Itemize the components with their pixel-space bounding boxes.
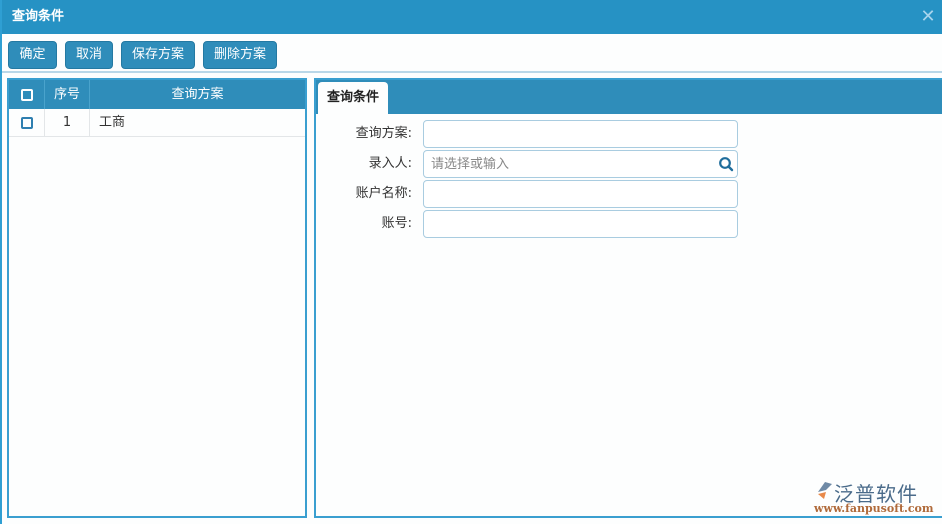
fanpu-watermark-logo: 泛普软件 www.fanpusoft.com <box>814 478 939 518</box>
header-index[interactable]: 序号 <box>45 80 90 109</box>
header-scheme-name[interactable]: 查询方案 <box>90 80 305 109</box>
delete-scheme-button[interactable]: 删除方案 <box>203 41 277 69</box>
grid-header: 序号 查询方案 <box>9 80 305 109</box>
row-checkbox[interactable] <box>21 117 33 129</box>
field-row-account-number: 账号: <box>316 210 942 238</box>
close-icon[interactable]: ✕ <box>918 0 938 34</box>
table-row[interactable]: 1 工商 <box>9 109 305 137</box>
account-name-input[interactable] <box>423 180 738 208</box>
query-conditions-dialog: 查询条件 ✕ 确定 取消 保存方案 删除方案 序号 查询方案 1 工商 查询条件 <box>0 0 942 524</box>
row-index: 1 <box>45 109 90 136</box>
account-number-label: 账号: <box>381 216 412 231</box>
entered-by-input[interactable] <box>423 150 738 178</box>
account-name-label: 账户名称: <box>355 186 412 201</box>
entered-by-label: 录入人: <box>368 156 412 171</box>
dialog-title: 查询条件 <box>12 9 65 24</box>
tab-bar: 查询条件 <box>316 80 942 114</box>
query-scheme-input[interactable] <box>423 120 738 148</box>
query-conditions-panel: 查询条件 查询方案: 录入人: 账户名称: 账号: <box>314 78 942 518</box>
row-scheme-name: 工商 <box>99 115 126 130</box>
field-row-account-name: 账户名称: <box>316 180 942 208</box>
cancel-button[interactable]: 取消 <box>65 41 113 69</box>
logo-url-text: www.fanpusoft.com <box>814 502 934 515</box>
save-scheme-button[interactable]: 保存方案 <box>121 41 195 69</box>
row-checkbox-cell <box>9 109 45 136</box>
search-icon[interactable] <box>718 156 734 172</box>
header-select-all-cell <box>9 80 45 109</box>
toolbar: 确定 取消 保存方案 删除方案 <box>2 34 942 73</box>
field-row-entered-by: 录入人: <box>316 150 942 178</box>
tab-query-conditions[interactable]: 查询条件 <box>318 82 388 114</box>
logo-mark-icon <box>818 482 832 499</box>
query-scheme-label: 查询方案: <box>355 126 412 141</box>
confirm-button[interactable]: 确定 <box>8 41 57 69</box>
account-number-input[interactable] <box>423 210 738 238</box>
dialog-titlebar: 查询条件 ✕ <box>2 0 942 34</box>
select-all-checkbox[interactable] <box>21 89 33 101</box>
scheme-list-panel: 序号 查询方案 1 工商 <box>7 78 307 518</box>
field-row-query-scheme: 查询方案: <box>316 120 942 148</box>
